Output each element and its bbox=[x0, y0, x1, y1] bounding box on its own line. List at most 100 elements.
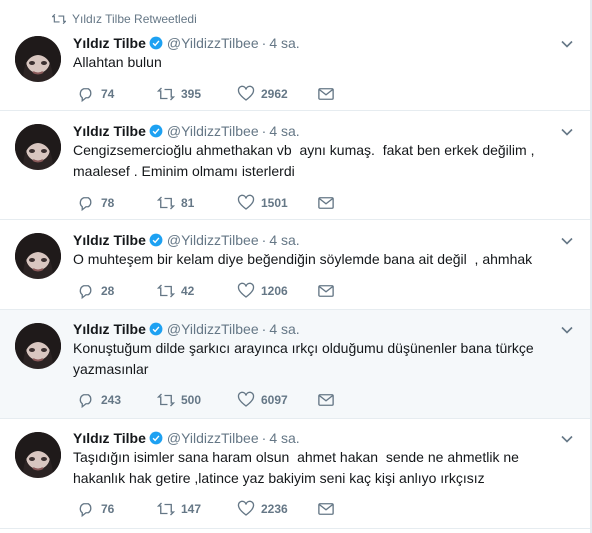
tweet-text: Taşıdığın isimler sana haram olsun ahmet… bbox=[73, 449, 519, 486]
retweet-button[interactable]: 147 bbox=[157, 500, 237, 518]
heart-icon bbox=[237, 391, 255, 407]
tweet[interactable]: Yıldız Tilbe @YildizzTilbee · 4 sa. O mu… bbox=[0, 220, 590, 310]
avatar-image bbox=[15, 432, 61, 478]
like-button[interactable]: 1501 bbox=[237, 194, 317, 212]
display-name[interactable]: Yıldız Tilbe bbox=[73, 123, 146, 139]
heart-icon bbox=[237, 85, 255, 101]
display-name[interactable]: Yıldız Tilbe bbox=[73, 232, 146, 248]
reply-count: 243 bbox=[101, 393, 122, 407]
reply-count: 78 bbox=[101, 196, 115, 210]
envelope-icon bbox=[318, 88, 334, 100]
retweet-notice[interactable]: Yıldız Tilbe Retweetledi bbox=[52, 12, 197, 26]
heart-icon bbox=[237, 194, 255, 210]
like-count: 6097 bbox=[261, 393, 288, 407]
display-name[interactable]: Yıldız Tilbe bbox=[73, 35, 146, 51]
timestamp[interactable]: 4 sa. bbox=[269, 430, 299, 446]
like-button[interactable]: 2962 bbox=[237, 85, 317, 103]
separator-dot: · bbox=[261, 35, 267, 51]
direct-message-button[interactable] bbox=[317, 85, 335, 103]
retweet-count: 395 bbox=[181, 87, 202, 101]
like-count: 2236 bbox=[261, 502, 288, 516]
retweet-count: 42 bbox=[181, 284, 195, 298]
direct-message-button[interactable] bbox=[317, 194, 335, 212]
retweet-icon bbox=[157, 393, 175, 407]
display-name[interactable]: Yıldız Tilbe bbox=[73, 430, 146, 446]
direct-message-button[interactable] bbox=[317, 500, 335, 518]
direct-message-button[interactable] bbox=[317, 282, 335, 300]
reply-button[interactable]: 78 bbox=[77, 194, 157, 212]
retweet-button[interactable]: 42 bbox=[157, 282, 237, 300]
tweet-text: Konuştuğum dilde şarkıcı arayınca ırkçı … bbox=[73, 340, 534, 377]
envelope-icon bbox=[318, 394, 334, 406]
tweet-header: Yıldız Tilbe @YildizzTilbee · 4 sa. bbox=[73, 430, 300, 446]
tweet[interactable]: Yıldız Tilbe @YildizzTilbee · 4 sa. Konu… bbox=[0, 310, 590, 419]
chevron-down-icon[interactable] bbox=[560, 323, 574, 337]
verified-icon bbox=[149, 233, 163, 247]
chevron-down-icon[interactable] bbox=[560, 125, 574, 139]
avatar[interactable] bbox=[15, 36, 61, 82]
reply-icon bbox=[79, 394, 92, 409]
handle[interactable]: @YildizzTilbee bbox=[167, 232, 259, 248]
reply-icon bbox=[79, 88, 92, 103]
retweet-icon bbox=[157, 502, 175, 516]
heart-icon bbox=[237, 282, 255, 298]
handle[interactable]: @YildizzTilbee bbox=[167, 430, 259, 446]
retweet-button[interactable]: 81 bbox=[157, 194, 237, 212]
handle[interactable]: @YildizzTilbee bbox=[167, 321, 259, 337]
like-button[interactable]: 6097 bbox=[237, 391, 317, 409]
timestamp[interactable]: 4 sa. bbox=[269, 321, 299, 337]
reply-count: 76 bbox=[101, 502, 115, 516]
retweet-icon bbox=[157, 87, 175, 101]
tweet-actions: 28 42 1206 bbox=[77, 282, 335, 300]
timestamp[interactable]: 4 sa. bbox=[269, 35, 299, 51]
tweet[interactable]: Yıldız Tilbe Retweetledi Yıldız Tilbe @Y… bbox=[0, 0, 590, 111]
tweet-actions: 243 500 6097 bbox=[77, 391, 335, 409]
reply-count: 74 bbox=[101, 87, 115, 101]
reply-button[interactable]: 28 bbox=[77, 282, 157, 300]
tweet[interactable]: Yıldız Tilbe @YildizzTilbee · 4 sa. Taşı… bbox=[0, 419, 590, 529]
tweet-text: Allahtan bulun bbox=[73, 54, 162, 70]
like-button[interactable]: 2236 bbox=[237, 500, 317, 518]
avatar-image bbox=[15, 233, 61, 279]
reply-button[interactable]: 74 bbox=[77, 85, 157, 103]
avatar[interactable] bbox=[15, 323, 61, 369]
verified-icon bbox=[149, 322, 163, 336]
chevron-down-icon[interactable] bbox=[560, 432, 574, 446]
avatar-image bbox=[15, 323, 61, 369]
reply-icon bbox=[79, 503, 92, 518]
retweet-notice-label: Yıldız Tilbe Retweetledi bbox=[72, 12, 197, 26]
tweet-header: Yıldız Tilbe @YildizzTilbee · 4 sa. bbox=[73, 123, 300, 139]
avatar-image bbox=[15, 124, 61, 170]
avatar[interactable] bbox=[15, 233, 61, 279]
timestamp[interactable]: 4 sa. bbox=[269, 232, 299, 248]
retweet-button[interactable]: 395 bbox=[157, 85, 237, 103]
retweet-icon bbox=[157, 196, 175, 210]
separator-dot: · bbox=[261, 321, 267, 337]
handle[interactable]: @YildizzTilbee bbox=[167, 35, 259, 51]
heart-icon bbox=[237, 500, 255, 516]
direct-message-button[interactable] bbox=[317, 391, 335, 409]
display-name[interactable]: Yıldız Tilbe bbox=[73, 321, 146, 337]
reply-button[interactable]: 243 bbox=[77, 391, 157, 409]
tweet-actions: 76 147 2236 bbox=[77, 500, 335, 518]
reply-icon bbox=[79, 285, 92, 300]
chevron-down-icon[interactable] bbox=[560, 234, 574, 248]
avatar-image bbox=[15, 36, 61, 82]
timestamp[interactable]: 4 sa. bbox=[269, 123, 299, 139]
retweet-count: 81 bbox=[181, 196, 195, 210]
retweet-count: 147 bbox=[181, 502, 202, 516]
handle[interactable]: @YildizzTilbee bbox=[167, 123, 259, 139]
like-button[interactable]: 1206 bbox=[237, 282, 317, 300]
avatar[interactable] bbox=[15, 124, 61, 170]
tweet[interactable]: Yıldız Tilbe @YildizzTilbee · 4 sa. Ceng… bbox=[0, 111, 590, 220]
tweet-header: Yıldız Tilbe @YildizzTilbee · 4 sa. bbox=[73, 232, 300, 248]
retweet-icon bbox=[52, 13, 66, 25]
retweet-count: 500 bbox=[181, 393, 202, 407]
separator-dot: · bbox=[261, 430, 267, 446]
reply-button[interactable]: 76 bbox=[77, 500, 157, 518]
verified-icon bbox=[149, 36, 163, 50]
tweet-actions: 78 81 1501 bbox=[77, 194, 335, 212]
chevron-down-icon[interactable] bbox=[560, 37, 574, 51]
retweet-button[interactable]: 500 bbox=[157, 391, 237, 409]
avatar[interactable] bbox=[15, 432, 61, 478]
